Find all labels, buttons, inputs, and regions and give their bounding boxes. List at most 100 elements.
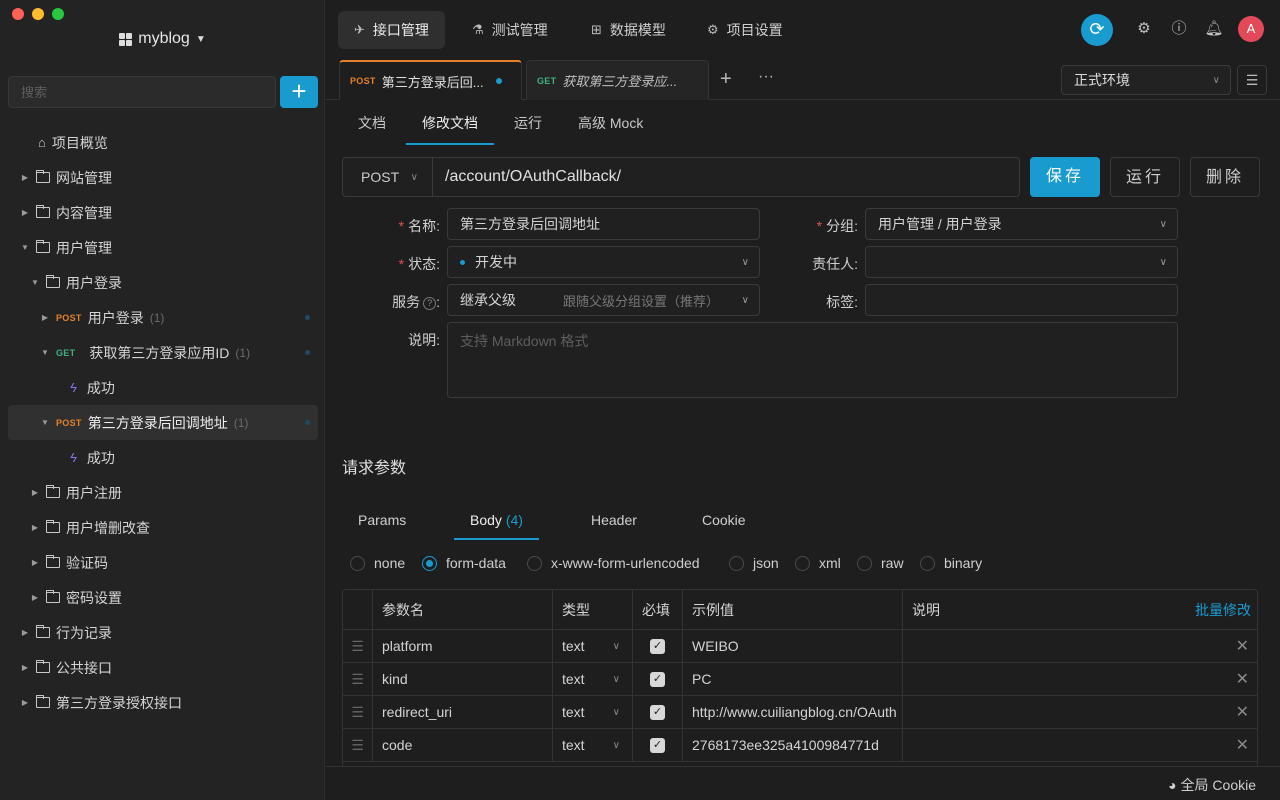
tree-folder[interactable]: ▶ 验证码 xyxy=(8,545,318,580)
param-type-select[interactable]: text ∨ xyxy=(553,663,633,695)
tree-api-item[interactable]: ▼ GET 获取第三方登录应用ID (1) xyxy=(8,335,318,370)
example-value-cell[interactable]: WEIBO xyxy=(683,630,903,662)
delete-row-icon[interactable]: ✕ xyxy=(1236,735,1249,755)
owner-select[interactable]: ∨ xyxy=(865,246,1178,278)
global-cookie-button[interactable]: ◕ 全局 Cookie xyxy=(1168,775,1256,795)
tree-folder[interactable]: ▶ 用户注册 xyxy=(8,475,318,510)
required-checkbox[interactable]: ✓ xyxy=(633,630,683,662)
chevron-down-icon[interactable]: ▼ xyxy=(18,243,32,252)
search-input[interactable] xyxy=(8,76,276,108)
editor-tab[interactable]: GET 获取第三方登录应... xyxy=(526,60,709,100)
chevron-right-icon[interactable]: ▶ xyxy=(18,698,32,707)
radio-none[interactable]: none xyxy=(350,555,405,571)
tree-item-overview[interactable]: ⌂ 项目概览 xyxy=(8,125,318,160)
chevron-right-icon[interactable]: ▶ xyxy=(18,173,32,182)
chevron-right-icon[interactable]: ▶ xyxy=(28,523,42,532)
tree-case-item[interactable]: ϟ 成功 xyxy=(8,440,318,475)
chevron-right-icon[interactable]: ▶ xyxy=(28,593,42,602)
tree-folder[interactable]: ▼ 用户管理 xyxy=(8,230,318,265)
tree-folder[interactable]: ▶ 第三方登录授权接口 xyxy=(8,685,318,720)
tree-case-item[interactable]: ϟ 成功 xyxy=(8,370,318,405)
param-type-select[interactable]: text ∨ xyxy=(553,729,633,761)
bulk-edit-link[interactable]: 批量修改 xyxy=(1195,600,1251,620)
project-switcher[interactable]: myblog ▼ xyxy=(0,30,325,48)
tab-header[interactable]: Header xyxy=(575,500,653,540)
chevron-right-icon[interactable]: ▶ xyxy=(38,313,52,322)
description-cell[interactable]: ✕ xyxy=(903,630,1257,662)
environment-select[interactable]: 正式环境 ∨ xyxy=(1061,65,1231,95)
tag-input[interactable] xyxy=(865,284,1178,316)
method-select[interactable]: POST ∨ xyxy=(343,158,433,196)
save-button[interactable]: 保存 xyxy=(1030,157,1100,197)
tree-api-item-active[interactable]: ▼ POST 第三方登录后回调地址 (1) xyxy=(8,405,318,440)
required-checkbox[interactable]: ✓ xyxy=(633,696,683,728)
tab-advanced-mock[interactable]: 高级 Mock xyxy=(562,101,659,145)
drag-handle-icon[interactable]: ☰ xyxy=(343,729,373,761)
more-icon[interactable]: ··· xyxy=(758,68,774,86)
nav-api-management[interactable]: ✈ 接口管理 xyxy=(338,11,445,49)
delete-row-icon[interactable]: ✕ xyxy=(1236,702,1249,722)
editor-tab-active[interactable]: POST 第三方登录后回... xyxy=(339,60,522,100)
help-circle-icon[interactable]: ? xyxy=(423,297,437,310)
chevron-down-icon[interactable]: ▼ xyxy=(28,278,42,287)
chevron-right-icon[interactable]: ▶ xyxy=(28,488,42,497)
description-cell[interactable]: ✕ xyxy=(903,696,1257,728)
nav-project-settings[interactable]: ⚙ 项目设置 xyxy=(691,11,799,49)
chevron-right-icon[interactable]: ▶ xyxy=(18,208,32,217)
bell-icon[interactable]: 🔔︎ xyxy=(1204,19,1224,39)
tree-folder[interactable]: ▶ 公共接口 xyxy=(8,650,318,685)
chevron-right-icon[interactable]: ▶ xyxy=(28,558,42,567)
description-textarea[interactable]: 支持 Markdown 格式 xyxy=(447,322,1178,398)
param-type-select[interactable]: text ∨ xyxy=(553,696,633,728)
tab-cookie[interactable]: Cookie xyxy=(686,500,762,540)
minimize-window-button[interactable] xyxy=(32,8,44,20)
tab-edit-doc[interactable]: 修改文档 xyxy=(406,101,494,145)
required-checkbox[interactable]: ✓ xyxy=(633,729,683,761)
tree-folder[interactable]: ▶ 密码设置 xyxy=(8,580,318,615)
chevron-down-icon[interactable]: ▼ xyxy=(38,418,52,427)
description-cell[interactable]: ✕ xyxy=(903,663,1257,695)
drag-handle-icon[interactable]: ☰ xyxy=(343,663,373,695)
sync-icon[interactable]: ⟳ xyxy=(1081,14,1113,46)
tab-body[interactable]: Body (4) xyxy=(454,500,539,540)
tab-run[interactable]: 运行 xyxy=(498,101,558,145)
close-window-button[interactable] xyxy=(12,8,24,20)
list-icon[interactable]: ☰ xyxy=(1237,65,1267,95)
name-field[interactable]: 第三方登录后回调地址 xyxy=(447,208,760,240)
run-button[interactable]: 运行 xyxy=(1110,157,1180,197)
tab-params[interactable]: Params xyxy=(342,500,422,540)
radio-xml[interactable]: xml xyxy=(795,555,841,571)
delete-button[interactable]: 删除 xyxy=(1190,157,1260,197)
param-name-cell[interactable]: platform xyxy=(373,630,553,662)
radio-json[interactable]: json xyxy=(729,555,779,571)
chevron-down-icon[interactable]: ▼ xyxy=(38,348,52,357)
service-select[interactable]: 继承父级 跟随父级分组设置（推荐） ∨ xyxy=(447,284,760,316)
param-name-cell[interactable]: redirect_uri xyxy=(373,696,553,728)
drag-handle-icon[interactable]: ☰ xyxy=(343,696,373,728)
delete-row-icon[interactable]: ✕ xyxy=(1236,636,1249,656)
radio-x-www-form-urlencoded[interactable]: x-www-form-urlencoded xyxy=(527,555,700,571)
example-value-cell[interactable]: 2768173ee325a4100984771d xyxy=(683,729,903,761)
delete-row-icon[interactable]: ✕ xyxy=(1236,669,1249,689)
tree-folder[interactable]: ▶ 用户增删改查 xyxy=(8,510,318,545)
radio-form-data[interactable]: form-data xyxy=(422,555,506,571)
help-icon[interactable]: ⓘ xyxy=(1169,19,1189,39)
chevron-right-icon[interactable]: ▶ xyxy=(18,663,32,672)
url-path-input[interactable]: /account/OAuthCallback/ xyxy=(433,168,621,186)
tree-folder[interactable]: ▶ 行为记录 xyxy=(8,615,318,650)
nav-data-model[interactable]: ⊞ 数据模型 xyxy=(575,11,682,49)
settings-gear-icon[interactable]: ⚙ xyxy=(1134,19,1154,39)
required-checkbox[interactable]: ✓ xyxy=(633,663,683,695)
tab-doc[interactable]: 文档 xyxy=(342,101,402,145)
drag-handle-icon[interactable]: ☰ xyxy=(343,630,373,662)
param-name-cell[interactable]: code xyxy=(373,729,553,761)
example-value-cell[interactable]: PC xyxy=(683,663,903,695)
radio-raw[interactable]: raw xyxy=(857,555,904,571)
description-cell[interactable]: ✕ xyxy=(903,729,1257,761)
radio-binary[interactable]: binary xyxy=(920,555,982,571)
add-button[interactable]: + xyxy=(280,76,318,108)
status-select[interactable]: 开发中 ∨ xyxy=(447,246,760,278)
tree-folder[interactable]: ▶ 网站管理 xyxy=(8,160,318,195)
group-select[interactable]: 用户管理 / 用户登录 ∨ xyxy=(865,208,1178,240)
tree-folder[interactable]: ▶ 内容管理 xyxy=(8,195,318,230)
